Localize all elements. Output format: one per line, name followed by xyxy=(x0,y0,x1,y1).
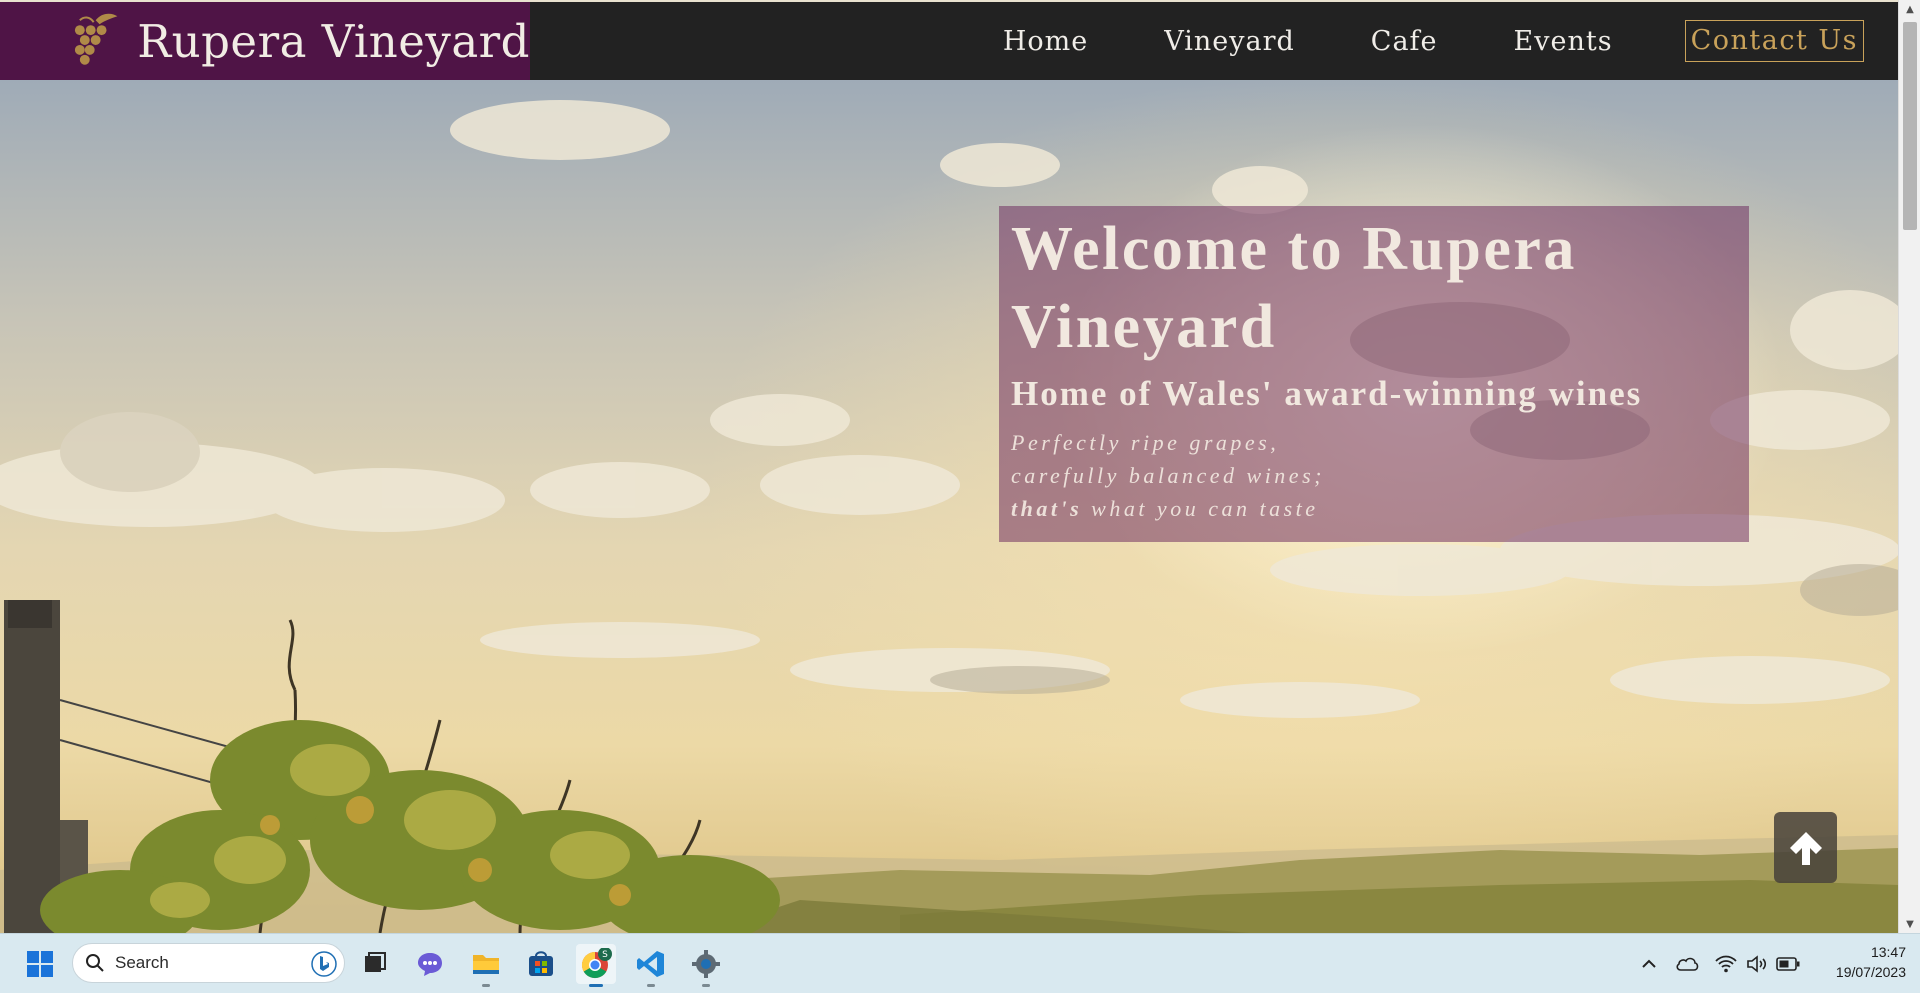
running-indicator xyxy=(702,984,710,987)
site-header: Rupera Vineyard Home Vineyard Cafe Event… xyxy=(0,2,1898,80)
nav-link-vineyard[interactable]: Vineyard xyxy=(1164,26,1295,57)
file-explorer-icon xyxy=(473,955,499,974)
battery-icon[interactable] xyxy=(1776,952,1800,976)
settings-button[interactable] xyxy=(686,944,726,987)
brand-name: Rupera Vineyard xyxy=(137,14,530,68)
start-button[interactable] xyxy=(20,944,60,984)
taskbar-search-box[interactable]: Search xyxy=(72,943,345,983)
scroll-up-arrow-icon[interactable]: ▲ xyxy=(1899,0,1920,18)
contact-us-button[interactable]: Contact Us xyxy=(1684,20,1864,62)
microsoft-store-button[interactable] xyxy=(521,944,561,984)
back-to-top-button[interactable] xyxy=(1774,812,1837,883)
chrome-icon: S xyxy=(581,948,612,979)
clock-date: 19/07/2023 xyxy=(1835,964,1906,980)
vscode-button[interactable] xyxy=(631,944,671,987)
taskbar-clock[interactable]: 13:47 19/07/2023 xyxy=(1806,942,1906,982)
vscode-icon xyxy=(637,951,664,977)
bing-icon[interactable] xyxy=(310,950,338,978)
web-page: Rupera Vineyard Home Vineyard Cafe Event… xyxy=(0,0,1898,933)
onedrive-cloud-icon[interactable] xyxy=(1675,952,1699,976)
grape-logo-icon xyxy=(74,13,118,65)
chrome-button[interactable]: S xyxy=(576,944,616,987)
tagline-emphasis: that's xyxy=(1011,496,1083,521)
scroll-down-arrow-icon[interactable]: ▼ xyxy=(1899,915,1920,933)
welcome-subtitle: Home of Wales' award-winning wines xyxy=(1011,374,1643,413)
wifi-icon[interactable] xyxy=(1714,952,1738,976)
tagline-line-1: Perfectly ripe grapes, xyxy=(1011,430,1280,455)
browser-viewport: Rupera Vineyard Home Vineyard Cafe Event… xyxy=(0,0,1920,933)
clock-time: 13:47 xyxy=(1870,944,1906,960)
vertical-scrollbar[interactable]: ▲ ▼ xyxy=(1898,0,1920,933)
settings-icon xyxy=(692,950,720,978)
search-icon xyxy=(86,954,104,972)
task-view-button[interactable] xyxy=(355,944,395,984)
welcome-title: Welcome to Rupera Vineyard xyxy=(1011,215,1577,361)
task-view-icon xyxy=(365,952,386,972)
arrow-up-icon xyxy=(1789,831,1822,865)
show-hidden-icons-chevron-up-icon[interactable] xyxy=(1637,952,1661,976)
scrollbar-thumb[interactable] xyxy=(1903,22,1917,230)
welcome-card: Welcome to Rupera Vineyard Home of Wales… xyxy=(999,206,1749,542)
chrome-profile-badge: S xyxy=(602,950,608,960)
nav-link-events[interactable]: Events xyxy=(1514,26,1613,57)
microsoft-store-icon xyxy=(529,951,553,976)
nav-link-home[interactable]: Home xyxy=(1003,26,1088,57)
running-indicator xyxy=(647,984,655,987)
main-nav: Home Vineyard Cafe Events Contact Us xyxy=(927,2,1864,80)
welcome-tagline: Perfectly ripe grapes, carefully balance… xyxy=(1011,426,1737,525)
brand-logo-link[interactable]: Rupera Vineyard xyxy=(0,2,530,80)
file-explorer-button[interactable] xyxy=(466,944,506,987)
search-placeholder: Search xyxy=(115,953,169,972)
windows-start-icon xyxy=(27,951,53,977)
teams-chat-button[interactable] xyxy=(410,944,450,984)
tagline-line-3: what you can taste xyxy=(1082,496,1319,521)
volume-icon[interactable] xyxy=(1745,952,1769,976)
tagline-line-2: carefully balanced wines; xyxy=(1011,463,1325,488)
windows-taskbar: Search S 13:47 19/07/2023 xyxy=(0,933,1920,993)
active-indicator xyxy=(589,984,603,987)
teams-chat-icon xyxy=(418,953,442,976)
running-indicator xyxy=(482,984,490,987)
nav-link-cafe[interactable]: Cafe xyxy=(1371,26,1438,57)
